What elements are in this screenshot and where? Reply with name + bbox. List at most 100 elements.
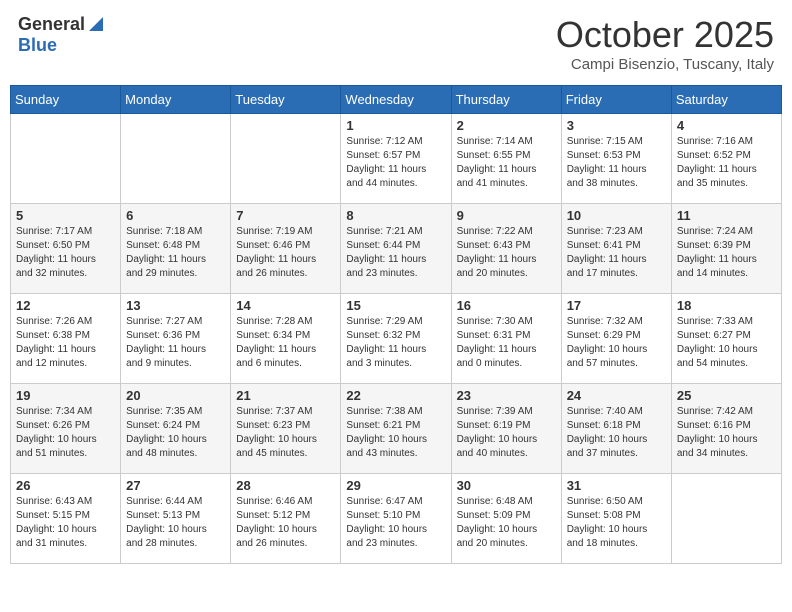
day-number: 2 [457, 118, 556, 133]
day-info: Sunrise: 6:50 AM Sunset: 5:08 PM Dayligh… [567, 495, 666, 551]
day-info: Sunrise: 6:46 AM Sunset: 5:12 PM Dayligh… [236, 495, 335, 551]
calendar-cell: 29Sunrise: 6:47 AM Sunset: 5:10 PM Dayli… [341, 474, 451, 564]
day-number: 21 [236, 388, 335, 403]
calendar-week-row: 19 Sunrise: 7:34 AM Sunset: 6:26 PM Dayli… [11, 384, 782, 474]
day-number: 6 [126, 208, 225, 223]
day-number: 24 [567, 388, 666, 403]
day-info: Sunrise: 7:12 AM Sunset: 6:57 PM Dayligh… [346, 135, 445, 191]
calendar-cell: 18Sunrise: 7:33 AM Sunset: 6:27 PM Dayli… [671, 294, 781, 384]
day-number: 23 [457, 388, 556, 403]
calendar-table: SundayMondayTuesdayWednesdayThursdayFrid… [10, 85, 782, 564]
day-number: 3 [567, 118, 666, 133]
day-info: Sunrise: 7:38 AM Sunset: 6:21 PM Dayligh… [346, 405, 445, 461]
calendar-cell: 24 Sunrise: 7:40 AM Sunset: 6:18 PM Dayli… [561, 384, 671, 474]
day-info: Sunrise: 6:43 AM Sunset: 5:15 PM Dayligh… [16, 495, 115, 551]
day-info: Sunrise: 7:29 AM Sunset: 6:32 PM Dayligh… [346, 315, 445, 371]
calendar-cell: 7 Sunrise: 7:19 AM Sunset: 6:46 PM Daylig… [231, 204, 341, 294]
calendar-cell: 9Sunrise: 7:22 AM Sunset: 6:43 PM Daylig… [451, 204, 561, 294]
day-info: Sunrise: 7:16 AM Sunset: 6:52 PM Dayligh… [677, 135, 776, 191]
calendar-cell [11, 114, 121, 204]
calendar-cell: 13 Sunrise: 7:27 AM Sunset: 6:36 PM Dayli… [121, 294, 231, 384]
page-header: General Blue October 2025 Campi Bisenzio… [10, 10, 782, 77]
title-section: October 2025 Campi Bisenzio, Tuscany, It… [556, 14, 774, 73]
day-number: 28 [236, 478, 335, 493]
day-info: Sunrise: 7:27 AM Sunset: 6:36 PM Dayligh… [126, 315, 225, 371]
logo-triangle-icon [87, 15, 105, 33]
day-info: Sunrise: 6:48 AM Sunset: 5:09 PM Dayligh… [457, 495, 556, 551]
day-info: Sunrise: 7:19 AM Sunset: 6:46 PM Dayligh… [236, 225, 335, 281]
calendar-cell: 23 Sunrise: 7:39 AM Sunset: 6:19 PM Dayli… [451, 384, 561, 474]
calendar-cell: 1 Sunrise: 7:12 AM Sunset: 6:57 PM Daylig… [341, 114, 451, 204]
calendar-week-row: 5Sunrise: 7:17 AM Sunset: 6:50 PM Daylig… [11, 204, 782, 294]
calendar-week-row: 12 Sunrise: 7:26 AM Sunset: 6:38 PM Dayli… [11, 294, 782, 384]
day-number: 12 [16, 298, 115, 313]
day-number: 9 [457, 208, 556, 223]
day-number: 4 [677, 118, 776, 133]
day-info: Sunrise: 7:14 AM Sunset: 6:55 PM Dayligh… [457, 135, 556, 191]
calendar-header-row: SundayMondayTuesdayWednesdayThursdayFrid… [11, 86, 782, 114]
day-number: 14 [236, 298, 335, 313]
day-number: 16 [457, 298, 556, 313]
day-header-thursday: Thursday [451, 86, 561, 114]
calendar-cell: 30 Sunrise: 6:48 AM Sunset: 5:09 PM Dayli… [451, 474, 561, 564]
calendar-cell [121, 114, 231, 204]
day-info: Sunrise: 7:33 AM Sunset: 6:27 PM Dayligh… [677, 315, 776, 371]
calendar-cell: 5Sunrise: 7:17 AM Sunset: 6:50 PM Daylig… [11, 204, 121, 294]
day-info: Sunrise: 7:40 AM Sunset: 6:18 PM Dayligh… [567, 405, 666, 461]
day-info: Sunrise: 7:30 AM Sunset: 6:31 PM Dayligh… [457, 315, 556, 371]
day-info: Sunrise: 7:42 AM Sunset: 6:16 PM Dayligh… [677, 405, 776, 461]
day-header-wednesday: Wednesday [341, 86, 451, 114]
day-number: 13 [126, 298, 225, 313]
calendar-week-row: 26 Sunrise: 6:43 AM Sunset: 5:15 PM Dayli… [11, 474, 782, 564]
calendar-week-row: 1 Sunrise: 7:12 AM Sunset: 6:57 PM Daylig… [11, 114, 782, 204]
day-info: Sunrise: 7:15 AM Sunset: 6:53 PM Dayligh… [567, 135, 666, 191]
day-number: 1 [346, 118, 445, 133]
calendar-cell: 31 Sunrise: 6:50 AM Sunset: 5:08 PM Dayli… [561, 474, 671, 564]
day-info: Sunrise: 7:26 AM Sunset: 6:38 PM Dayligh… [16, 315, 115, 371]
day-info: Sunrise: 7:35 AM Sunset: 6:24 PM Dayligh… [126, 405, 225, 461]
calendar-cell: 25 Sunrise: 7:42 AM Sunset: 6:16 PM Dayli… [671, 384, 781, 474]
day-info: Sunrise: 7:23 AM Sunset: 6:41 PM Dayligh… [567, 225, 666, 281]
calendar-cell: 12 Sunrise: 7:26 AM Sunset: 6:38 PM Dayli… [11, 294, 121, 384]
day-info: Sunrise: 7:39 AM Sunset: 6:19 PM Dayligh… [457, 405, 556, 461]
day-header-sunday: Sunday [11, 86, 121, 114]
day-info: Sunrise: 7:24 AM Sunset: 6:39 PM Dayligh… [677, 225, 776, 281]
day-number: 27 [126, 478, 225, 493]
calendar-cell: 28 Sunrise: 6:46 AM Sunset: 5:12 PM Dayli… [231, 474, 341, 564]
day-number: 26 [16, 478, 115, 493]
day-number: 5 [16, 208, 115, 223]
calendar-cell: 14Sunrise: 7:28 AM Sunset: 6:34 PM Dayli… [231, 294, 341, 384]
day-info: Sunrise: 7:32 AM Sunset: 6:29 PM Dayligh… [567, 315, 666, 371]
day-number: 17 [567, 298, 666, 313]
day-number: 8 [346, 208, 445, 223]
location-subtitle: Campi Bisenzio, Tuscany, Italy [556, 56, 774, 73]
calendar-cell: 10 Sunrise: 7:23 AM Sunset: 6:41 PM Dayli… [561, 204, 671, 294]
calendar-cell [671, 474, 781, 564]
day-number: 30 [457, 478, 556, 493]
calendar-cell: 27 Sunrise: 6:44 AM Sunset: 5:13 PM Dayli… [121, 474, 231, 564]
calendar-cell: 4 Sunrise: 7:16 AM Sunset: 6:52 PM Daylig… [671, 114, 781, 204]
day-number: 19 [16, 388, 115, 403]
calendar-cell [231, 114, 341, 204]
day-info: Sunrise: 7:34 AM Sunset: 6:26 PM Dayligh… [16, 405, 115, 461]
day-number: 25 [677, 388, 776, 403]
calendar-cell: 16 Sunrise: 7:30 AM Sunset: 6:31 PM Dayli… [451, 294, 561, 384]
day-number: 15 [346, 298, 445, 313]
day-number: 22 [346, 388, 445, 403]
calendar-cell: 17 Sunrise: 7:32 AM Sunset: 6:29 PM Dayli… [561, 294, 671, 384]
calendar-cell: 19 Sunrise: 7:34 AM Sunset: 6:26 PM Dayli… [11, 384, 121, 474]
calendar-cell: 2 Sunrise: 7:14 AM Sunset: 6:55 PM Daylig… [451, 114, 561, 204]
calendar-cell: 21Sunrise: 7:37 AM Sunset: 6:23 PM Dayli… [231, 384, 341, 474]
calendar-cell: 15 Sunrise: 7:29 AM Sunset: 6:32 PM Dayli… [341, 294, 451, 384]
day-number: 10 [567, 208, 666, 223]
calendar-cell: 6 Sunrise: 7:18 AM Sunset: 6:48 PM Daylig… [121, 204, 231, 294]
day-info: Sunrise: 6:44 AM Sunset: 5:13 PM Dayligh… [126, 495, 225, 551]
month-title: October 2025 [556, 14, 774, 56]
day-header-monday: Monday [121, 86, 231, 114]
day-number: 31 [567, 478, 666, 493]
day-info: Sunrise: 7:18 AM Sunset: 6:48 PM Dayligh… [126, 225, 225, 281]
logo-blue-text: Blue [18, 35, 57, 56]
day-number: 7 [236, 208, 335, 223]
day-number: 11 [677, 208, 776, 223]
day-header-friday: Friday [561, 86, 671, 114]
